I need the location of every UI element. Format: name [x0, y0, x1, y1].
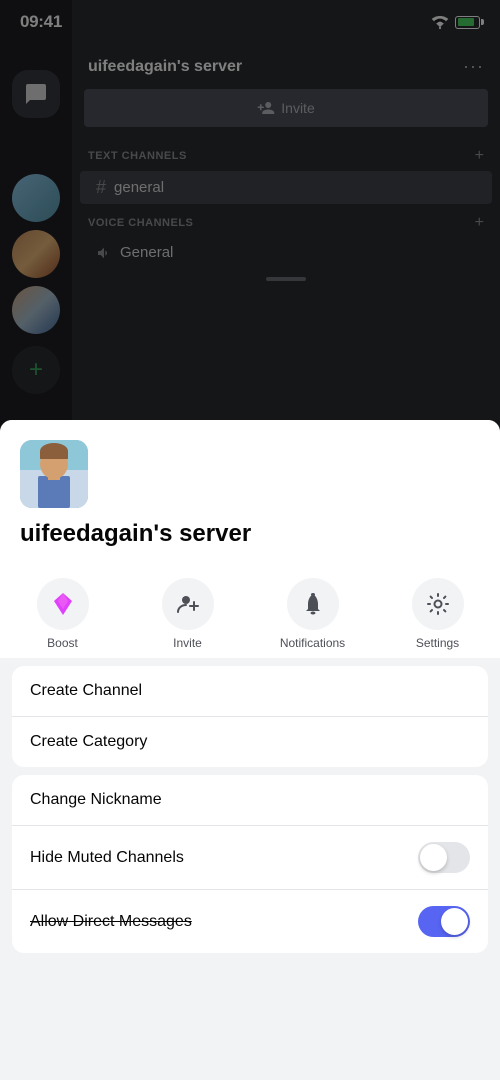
create-channel-label: Create Channel [30, 682, 142, 700]
boost-icon [50, 591, 76, 617]
notifications-label: Notifications [280, 636, 345, 650]
invite-action[interactable]: Invite [153, 578, 223, 650]
toggle-knob-2 [441, 908, 468, 935]
allow-direct-messages-item[interactable]: Allow Direct Messages [12, 890, 488, 953]
settings-icon-circle [412, 578, 464, 630]
menu-section-2: Change Nickname Hide Muted Channels Allo… [12, 775, 488, 953]
notifications-icon [300, 591, 326, 617]
background-overlay [0, 0, 500, 470]
hide-muted-channels-toggle[interactable] [418, 842, 470, 873]
create-category-label: Create Category [30, 733, 147, 751]
invite-icon [175, 591, 201, 617]
change-nickname-label: Change Nickname [30, 791, 162, 809]
boost-icon-circle [37, 578, 89, 630]
boost-action[interactable]: Boost [28, 578, 98, 650]
sheet-server-banner: uifeedagain's server [0, 420, 500, 564]
change-nickname-item[interactable]: Change Nickname [12, 775, 488, 826]
settings-icon [425, 591, 451, 617]
bottom-sheet: uifeedagain's server Boost [0, 420, 500, 1080]
hide-muted-channels-label: Hide Muted Channels [30, 849, 184, 867]
settings-action[interactable]: Settings [403, 578, 473, 650]
action-row: Boost Invite Notifications [0, 564, 500, 658]
invite-icon-circle [162, 578, 214, 630]
sheet-server-name: uifeedagain's server [20, 520, 480, 548]
sheet-server-avatar [20, 440, 88, 508]
hide-muted-channels-item[interactable]: Hide Muted Channels [12, 826, 488, 890]
notifications-icon-circle [287, 578, 339, 630]
menu-section-1: Create Channel Create Category [12, 666, 488, 767]
create-category-item[interactable]: Create Category [12, 717, 488, 767]
notifications-action[interactable]: Notifications [278, 578, 348, 650]
create-channel-item[interactable]: Create Channel [12, 666, 488, 717]
toggle-knob [420, 844, 447, 871]
settings-label: Settings [416, 636, 459, 650]
allow-direct-messages-label: Allow Direct Messages [30, 913, 192, 931]
boost-label: Boost [47, 636, 78, 650]
invite-label: Invite [173, 636, 202, 650]
allow-direct-messages-toggle[interactable] [418, 906, 470, 937]
